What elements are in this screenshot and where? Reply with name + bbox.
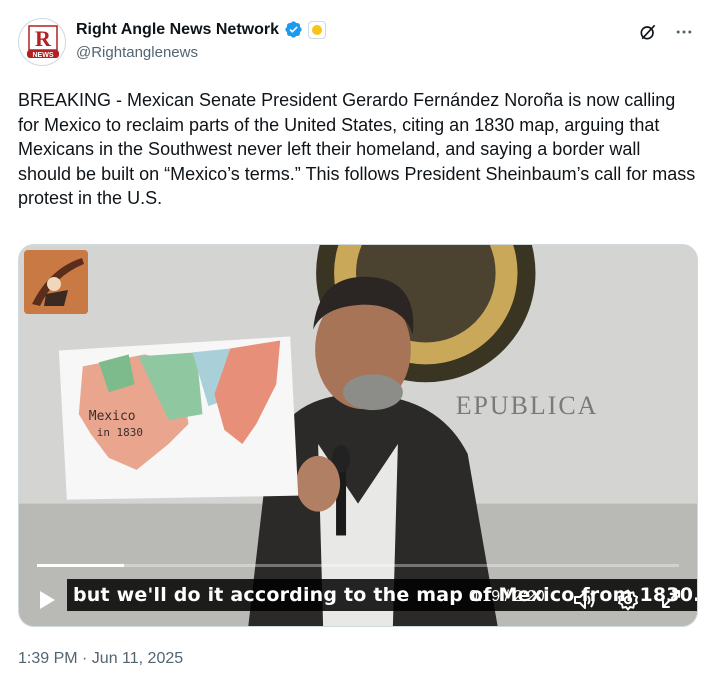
thumbnail-overlay	[24, 250, 88, 314]
tweet-text: BREAKING - Mexican Senate President Gera…	[18, 90, 701, 208]
avatar-text: R	[35, 26, 52, 51]
video-progress-fill	[37, 564, 125, 567]
display-name[interactable]: Right Angle News Network	[76, 21, 279, 39]
video-frame: EPUBLICA Mexico in 1830	[19, 245, 697, 626]
map-label-mexico: Mexico	[89, 409, 136, 424]
grok-icon[interactable]	[638, 22, 658, 42]
tweet-timestamp[interactable]: 1:39 PM · Jun 11, 2025	[18, 650, 183, 668]
video-controls: 0:19 / 2:20	[19, 576, 697, 626]
tweet-header: R NEWS Right Angle News Network @Rightan…	[18, 18, 698, 70]
play-icon[interactable]	[37, 589, 57, 611]
avatar-logo-icon: R NEWS	[27, 25, 59, 59]
avatar-subtext: NEWS	[33, 52, 54, 59]
video-player[interactable]: EPUBLICA Mexico in 1830 but we'll do it …	[18, 244, 698, 627]
expand-icon[interactable]	[661, 589, 681, 609]
affiliate-badge-icon[interactable]	[307, 20, 326, 39]
map-label-year: in 1830	[97, 426, 143, 439]
wall-text: EPUBLICA	[456, 391, 599, 420]
verified-badge-icon[interactable]	[284, 20, 303, 39]
avatar[interactable]: R NEWS	[18, 18, 66, 66]
thumbnail-image-icon	[24, 250, 88, 314]
video-time: 0:19 / 2:20	[469, 588, 545, 605]
handle[interactable]: @Rightanglenews	[76, 44, 198, 61]
gear-icon[interactable]	[616, 588, 640, 612]
volume-icon[interactable]	[572, 589, 596, 611]
more-icon[interactable]	[674, 22, 694, 42]
video-progress-bar[interactable]	[37, 564, 679, 567]
